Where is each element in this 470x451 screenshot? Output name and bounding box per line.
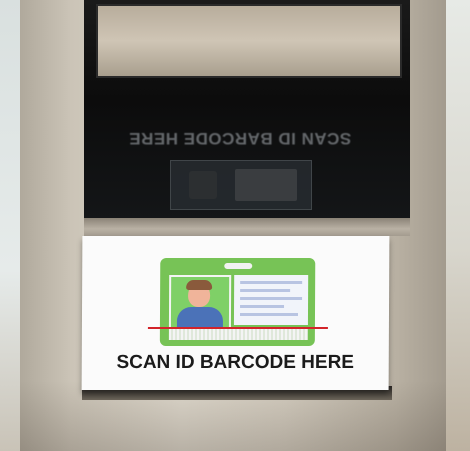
info-line	[239, 313, 298, 316]
barcode-scanner-reflection	[170, 160, 312, 210]
avatar-body	[176, 307, 224, 329]
info-line	[240, 305, 285, 308]
gate-scene: SCAN ID BARCODE HERE SCAN ID BARCODE HER…	[0, 0, 470, 451]
inner-display-panel	[96, 4, 402, 78]
barcode-icon	[168, 328, 308, 340]
info-line	[240, 297, 303, 300]
reflected-sticker-text: SCAN ID BARCODE HERE	[128, 129, 352, 148]
id-card-icon	[159, 258, 316, 346]
scanner-pad	[235, 169, 297, 201]
red-scan-line	[147, 327, 328, 329]
steel-ledge	[84, 218, 410, 236]
info-line	[240, 289, 291, 292]
info-line	[240, 281, 303, 284]
card-info-panel	[233, 275, 309, 325]
card-clip-icon	[224, 263, 253, 269]
person-avatar-icon	[168, 275, 232, 329]
scanner-lens-icon	[189, 171, 217, 199]
scan-instruction-text: SCAN ID BARCODE HERE	[116, 352, 355, 373]
avatar-hair	[186, 280, 213, 290]
scan-instruction-sticker: SCAN ID BARCODE HERE	[81, 236, 390, 390]
